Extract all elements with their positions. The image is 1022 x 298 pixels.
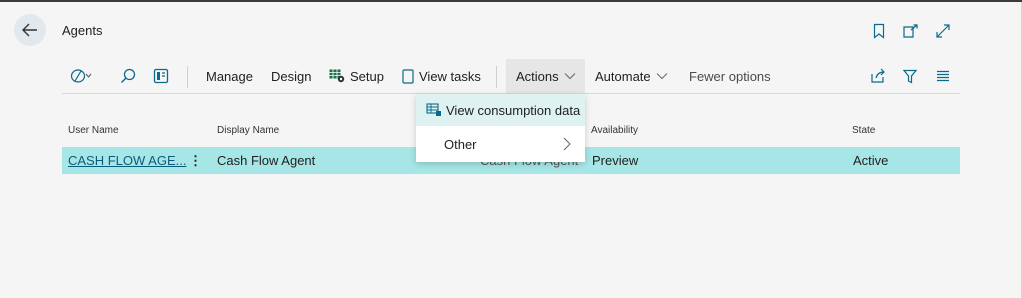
expand-icon[interactable] bbox=[934, 22, 952, 40]
filter-icon bbox=[903, 69, 917, 83]
display-name-cell: Cash Flow Agent bbox=[217, 153, 316, 168]
actions-dropdown-menu: View consumption data Other bbox=[416, 94, 585, 162]
edit-list-icon bbox=[153, 68, 169, 84]
view-consumption-data-menu-item[interactable]: View consumption data bbox=[416, 94, 585, 126]
column-header-state[interactable]: State bbox=[852, 125, 875, 136]
view-tasks-label: View tasks bbox=[419, 68, 481, 84]
share-icon bbox=[871, 68, 885, 83]
row-actions-icon[interactable]: ⋮ bbox=[189, 153, 202, 169]
search-icon bbox=[121, 68, 136, 83]
fewer-options-button[interactable]: Fewer options bbox=[689, 60, 771, 92]
automate-label: Automate bbox=[595, 68, 651, 84]
column-header-display-name[interactable]: Display Name bbox=[217, 125, 279, 136]
state-cell: Active bbox=[853, 153, 889, 168]
share-button[interactable] bbox=[870, 60, 886, 92]
chevron-down-icon bbox=[564, 73, 575, 80]
view-tasks-button[interactable]: View tasks bbox=[402, 60, 481, 92]
list-icon bbox=[937, 70, 949, 82]
task-icon bbox=[402, 68, 414, 84]
search-button[interactable] bbox=[120, 60, 136, 92]
actions-menu-button[interactable]: Actions bbox=[516, 60, 576, 92]
column-header-availability[interactable]: Availability bbox=[591, 125, 638, 136]
column-header-user-name[interactable]: User Name bbox=[68, 125, 119, 136]
chevron-down-icon bbox=[656, 73, 668, 80]
table-icon bbox=[426, 103, 441, 116]
actions-label: Actions bbox=[516, 68, 559, 84]
design-button[interactable]: Design bbox=[271, 60, 311, 92]
filter-views-icon bbox=[70, 69, 92, 83]
other-menu-item[interactable]: Other bbox=[416, 128, 585, 160]
filter-button[interactable] bbox=[903, 60, 917, 92]
setup-label: Setup bbox=[350, 68, 384, 84]
other-label: Other bbox=[444, 136, 477, 152]
open-new-window-icon[interactable] bbox=[902, 22, 920, 40]
chevron-right-icon bbox=[563, 137, 571, 151]
automate-menu-button[interactable]: Automate bbox=[595, 60, 668, 92]
view-consumption-data-label: View consumption data bbox=[446, 102, 581, 118]
availability-cell: Preview bbox=[592, 153, 639, 168]
back-button[interactable] bbox=[14, 14, 46, 46]
setup-button[interactable]: Setup bbox=[329, 60, 384, 92]
bookmark-icon[interactable] bbox=[870, 22, 888, 40]
user-name-link[interactable]: CASH FLOW AGE... bbox=[68, 153, 186, 168]
edit-list-button[interactable] bbox=[153, 60, 169, 92]
arrow-left-icon bbox=[22, 23, 37, 37]
toolbar-separator bbox=[187, 66, 188, 88]
action-bar: Manage Design Setup View tasks Actions A… bbox=[62, 60, 960, 94]
manage-button[interactable]: Manage bbox=[206, 60, 253, 92]
toolbar-separator bbox=[496, 66, 497, 88]
views-button[interactable] bbox=[70, 60, 92, 92]
list-view-button[interactable] bbox=[936, 60, 950, 92]
page-title: Agents bbox=[62, 23, 103, 38]
setup-icon bbox=[329, 69, 345, 83]
